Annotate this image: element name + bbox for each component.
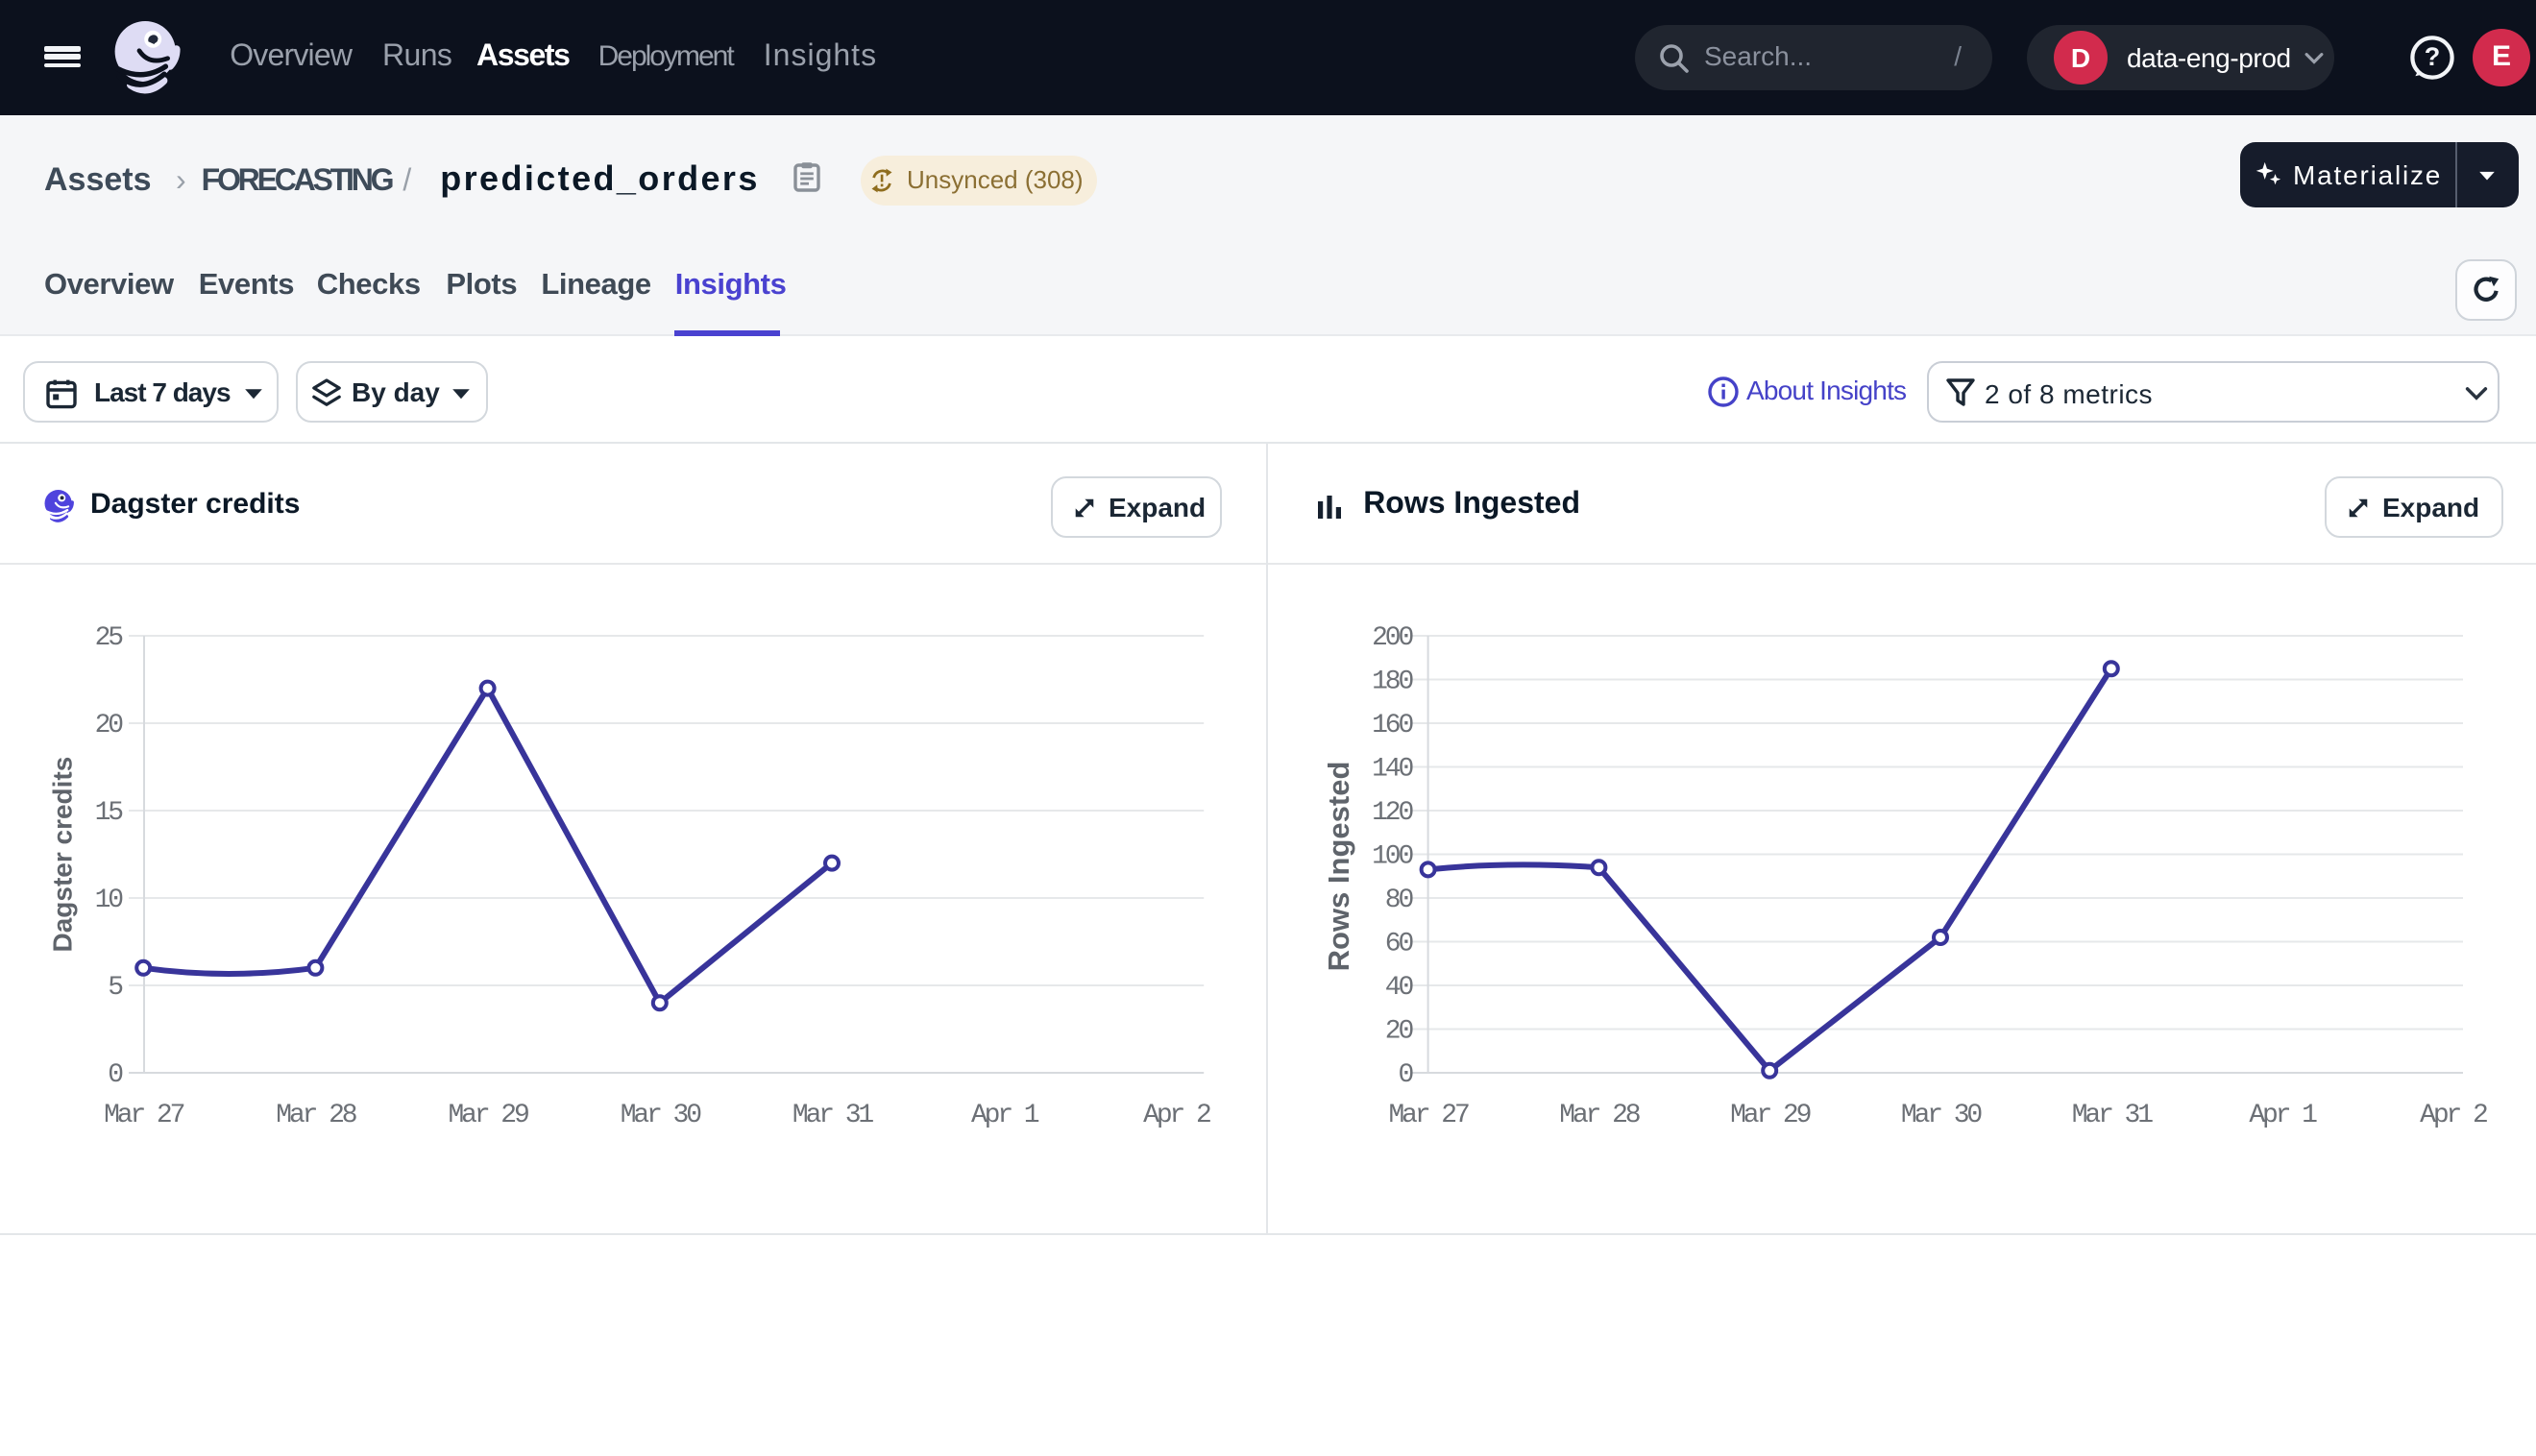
svg-text:5: 5 xyxy=(108,973,123,1003)
svg-text:Mar 30: Mar 30 xyxy=(1901,1101,1983,1130)
svg-text:200: 200 xyxy=(1372,623,1413,653)
svg-text:0: 0 xyxy=(1398,1060,1413,1090)
svg-text:40: 40 xyxy=(1385,973,1414,1003)
svg-text:Mar 29: Mar 29 xyxy=(448,1101,528,1130)
svg-text:Mar 27: Mar 27 xyxy=(104,1101,184,1130)
svg-text:120: 120 xyxy=(1372,798,1413,828)
svg-text:Apr 1: Apr 1 xyxy=(2249,1101,2317,1130)
svg-text:Mar 29: Mar 29 xyxy=(1730,1101,1811,1130)
svg-text:Mar 30: Mar 30 xyxy=(621,1101,702,1130)
svg-text:Rows Ingested: Rows Ingested xyxy=(1322,762,1355,972)
svg-text:180: 180 xyxy=(1372,667,1413,697)
svg-text:Apr 1: Apr 1 xyxy=(971,1101,1039,1130)
svg-text:60: 60 xyxy=(1385,930,1414,959)
svg-text:15: 15 xyxy=(95,798,124,828)
svg-text:Dagster credits: Dagster credits xyxy=(48,757,78,953)
svg-text:Mar 31: Mar 31 xyxy=(792,1101,874,1130)
svg-text:25: 25 xyxy=(95,623,124,653)
svg-text:20: 20 xyxy=(1385,1017,1414,1047)
svg-text:Mar 28: Mar 28 xyxy=(276,1101,356,1130)
svg-text:Mar 27: Mar 27 xyxy=(1388,1101,1469,1130)
svg-text:80: 80 xyxy=(1385,886,1414,915)
svg-text:0: 0 xyxy=(108,1060,123,1090)
svg-text:140: 140 xyxy=(1372,755,1413,785)
svg-text:160: 160 xyxy=(1372,711,1413,740)
svg-text:20: 20 xyxy=(95,711,124,740)
svg-text:100: 100 xyxy=(1372,842,1413,872)
svg-text:10: 10 xyxy=(95,886,124,915)
svg-text:Apr 2: Apr 2 xyxy=(1143,1101,1210,1130)
svg-text:Mar 31: Mar 31 xyxy=(2072,1101,2154,1130)
svg-text:Apr 2: Apr 2 xyxy=(2420,1101,2487,1130)
svg-text:Mar 28: Mar 28 xyxy=(1559,1101,1640,1130)
